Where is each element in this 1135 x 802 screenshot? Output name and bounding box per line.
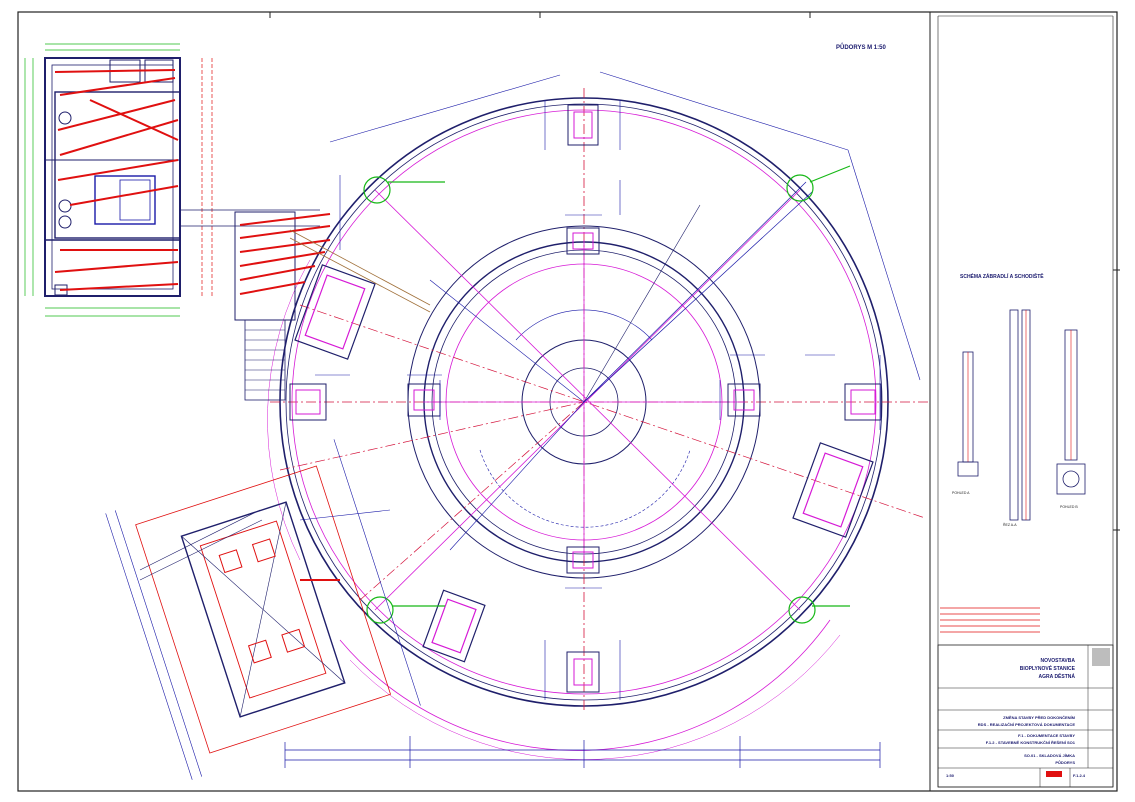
project-line-1: NOVOSTAVBA	[1040, 658, 1075, 664]
project-line-2: BIOPLYNOVÉ STANICE	[1020, 664, 1076, 672]
sheet-number: F.1.2.4	[1073, 773, 1086, 778]
part-line-2: RDS - REALIZAČNÍ PROJEKTOVÁ DOKUMENTACE	[978, 722, 1076, 727]
detail-label-a: POHLED A	[952, 491, 970, 495]
section-line-1: F.1 - DOKUMENTACE STAVBY	[1018, 733, 1075, 738]
detail-label-b: POHLED B	[1060, 505, 1078, 509]
detail-title: SCHÉMA ZÁBRADLÍ A SCHODIŠTĚ	[960, 272, 1044, 280]
drawing-sheet: PŮDORYS M 1:50 SCHÉMA ZÁBRADLÍ A SCHODIŠ…	[0, 0, 1135, 802]
scale-value: 1:50	[946, 773, 955, 778]
part-line-1: ZMĚNA STAVBY PŘED DOKONČENÍM	[1003, 715, 1076, 720]
object-line-2: PŮDORYS	[1055, 760, 1075, 765]
plan-title: PŮDORYS M 1:50	[836, 43, 886, 51]
object-line-1: SO.01 - SKLADOVÁ JÍMKA	[1024, 753, 1075, 758]
project-line-3: AGRA DĚSTNÁ	[1039, 672, 1076, 680]
section-line-2: F.1.2 - STAVEBNĚ KONSTRUKČNÍ ŘEŠENÍ SO1	[986, 740, 1076, 745]
company-logo	[1092, 648, 1110, 666]
detail-label-aa: ŘEZ A-A	[1003, 522, 1017, 527]
